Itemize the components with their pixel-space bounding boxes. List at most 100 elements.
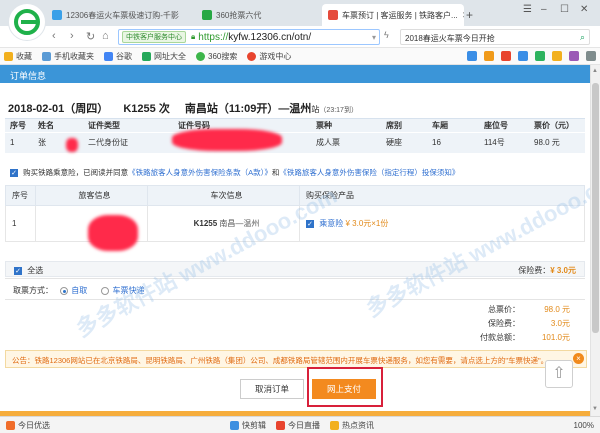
tab-12306-booking[interactable]: 12306春运火车票极速订购-千影 — [46, 4, 194, 26]
tab-360-qiangpiao[interactable]: 360抢票六代 — [196, 4, 276, 26]
insurance-agreement: ✓ 购买铁路乘意险，已阅读并同意《铁路旅客人身意外伤害保险条款（A款）》和《铁路… — [10, 167, 459, 178]
col-header: 车厢 — [427, 118, 479, 133]
cell-seat-class: 硬座 — [381, 132, 427, 153]
forward-icon[interactable]: › — [70, 30, 74, 42]
col-header: 旅客信息 — [35, 185, 148, 206]
home-icon[interactable]: ⌂ — [102, 30, 109, 42]
lightning-icon[interactable]: ϟ — [384, 30, 389, 40]
minimize-icon[interactable]: – — [541, 4, 547, 15]
extension-icon[interactable] — [518, 51, 528, 61]
flame-icon — [6, 420, 15, 430]
refresh-icon[interactable]: ↻ — [86, 30, 95, 43]
select-all-checkbox[interactable]: ✓ — [14, 266, 22, 275]
col-header: 票价（元） — [529, 118, 585, 133]
departure-time: 站（11:09开） — [206, 103, 279, 115]
highlight-annotation — [307, 367, 383, 407]
scroll-to-top-icon[interactable]: ⇧ — [545, 360, 573, 388]
redaction-mark — [66, 138, 78, 152]
browser-tabbar: 12306春运火车票极速订购-千影 360抢票六代 车票预订 | 客运服务 | … — [0, 0, 600, 41]
total-label: 保险费： — [488, 319, 520, 328]
game-controller-icon[interactable] — [535, 51, 545, 61]
status-item-news[interactable]: 热点资讯 — [330, 420, 374, 431]
col-header: 车次信息 — [147, 185, 300, 206]
maximize-icon[interactable]: ☐ — [560, 4, 569, 15]
status-item-quick-clip[interactable]: 快剪辑 — [230, 420, 266, 431]
cell-index: 1 — [5, 132, 33, 153]
tab-title: 360抢票六代 — [216, 10, 262, 20]
tab-title: 车票预订 | 客运服务 | 铁路客户... — [342, 10, 458, 20]
fav-item-games[interactable]: 游戏中心 — [247, 51, 291, 62]
close-window-icon[interactable]: ✕ — [580, 4, 588, 15]
extension-icon[interactable] — [501, 51, 511, 61]
insurance-terms-link[interactable]: 《铁路旅客人身意外伤害保险条款（A款）》 — [128, 168, 272, 177]
total-label: 付款总额： — [480, 333, 520, 342]
arrival-time: （23:17到） — [319, 107, 358, 114]
new-tab-button[interactable]: + — [466, 4, 482, 26]
express-radio[interactable] — [101, 286, 110, 295]
fav-item-sites[interactable]: 网址大全 — [142, 51, 186, 62]
fav-label: 手机收藏夹 — [54, 51, 94, 61]
fav-item-mobile[interactable]: 手机收藏夹 — [42, 51, 94, 62]
new-tab-label: + — [466, 8, 474, 22]
tab-ticket-booking[interactable]: 车票预订 | 客运服务 | 铁路客户... ✕ — [322, 4, 464, 26]
insurance-notice-link[interactable]: 《铁路旅客人身意外伤害保险（指定行程）投保须知》 — [279, 168, 459, 177]
total-value: 3.0元 — [550, 319, 570, 328]
product-link[interactable]: 乘意险 — [319, 219, 343, 228]
search-input[interactable]: 2018春运火车票今日开抢 ⌕ — [400, 29, 590, 45]
announcement-bar: 公告：铁路12306网站已在北京铁路局、昆明铁路局、广州铁路（集团）公司、成都铁… — [5, 350, 587, 368]
order-page: 订单信息 2018-02-01（周四） K1255 次 南昌站（11:09开）—… — [0, 65, 590, 416]
route-text: 南昌—温州 — [219, 219, 260, 228]
url-input[interactable]: 中铁客户服务中心 🔒︎ https://kyfw.12306.cn/otn/ ▾ — [118, 29, 380, 45]
extension-icon[interactable] — [569, 51, 579, 61]
fav-item-360search[interactable]: 360搜索 — [196, 51, 237, 62]
fav-label: 360搜索 — [208, 51, 238, 61]
close-icon[interactable]: × — [573, 353, 584, 364]
redaction-mark — [172, 129, 282, 151]
scroll-down-icon[interactable]: ▼ — [592, 406, 598, 412]
zoom-level[interactable]: 100% — [574, 421, 594, 430]
total-value: 101.0元 — [541, 333, 570, 342]
cell-train-info: K1255 南昌—温州 — [147, 205, 300, 242]
status-item-live[interactable]: 今日直播 — [276, 420, 320, 431]
scrollbar-thumb[interactable] — [592, 83, 599, 333]
status-label: 快剪辑 — [242, 420, 266, 430]
fav-item-collect[interactable]: 收藏 — [4, 51, 32, 62]
cell-coach: 16 — [427, 132, 479, 153]
url-scheme: https:// — [198, 31, 229, 43]
lock-icon: 🔒︎ — [191, 32, 196, 41]
scroll-up-icon[interactable]: ▲ — [592, 68, 598, 74]
cancel-order-button[interactable]: 取消订单 — [240, 379, 304, 399]
page-scrollbar[interactable]: ▲ ▼ — [590, 65, 600, 416]
select-all-bar: ✓ 全选 保险费：¥ 3.0元 — [5, 261, 585, 277]
product-checkbox[interactable]: ✓ — [306, 219, 314, 228]
insurance-checkbox[interactable]: ✓ — [10, 169, 18, 178]
extension-icon[interactable] — [484, 51, 494, 61]
cell-price: 98.0 元 — [529, 132, 585, 153]
back-icon[interactable]: ‹ — [52, 30, 56, 42]
trip-date: 2018-02-01（周四） — [8, 103, 109, 115]
total-insurance-row: 保险费： 3.0元 — [440, 317, 580, 331]
search-engine-icon — [196, 51, 205, 61]
extension-icon[interactable] — [467, 51, 477, 61]
grid-icon[interactable] — [586, 51, 596, 61]
extension-icon[interactable] — [552, 51, 562, 61]
menu-icon[interactable]: ☰ — [523, 4, 532, 15]
col-header: 序号 — [5, 185, 36, 206]
express-label[interactable]: 车票快递 — [112, 286, 144, 295]
table-row: 1 张 二代身份证 成人票 硬座 16 114号 98.0 元 — [5, 132, 585, 153]
self-collect-radio[interactable] — [60, 286, 69, 295]
status-label: 热点资讯 — [342, 420, 374, 430]
fav-label: 收藏 — [16, 51, 32, 61]
self-collect-label[interactable]: 自取 — [71, 286, 87, 295]
fav-item-google[interactable]: 谷歌 — [104, 51, 132, 62]
cell-insurance-product: ✓ 乘意险 ¥ 3.0元×1份 — [299, 205, 585, 242]
close-tab-icon[interactable]: ✕ — [458, 10, 464, 21]
chevron-down-icon[interactable]: ▾ — [372, 33, 379, 42]
fee-label: 保险费： — [518, 266, 551, 275]
insurance-table-header: 序号 旅客信息 车次信息 购买保险产品 — [5, 185, 585, 206]
status-item-today-pick[interactable]: 今日优选 — [6, 420, 50, 431]
search-text: 2018春运火车票今日开抢 — [405, 34, 495, 43]
search-icon[interactable]: ⌕ — [580, 32, 585, 43]
tab-title: 12306春运火车票极速订购-千影 — [66, 10, 179, 20]
cell-seat-number: 114号 — [479, 132, 529, 153]
